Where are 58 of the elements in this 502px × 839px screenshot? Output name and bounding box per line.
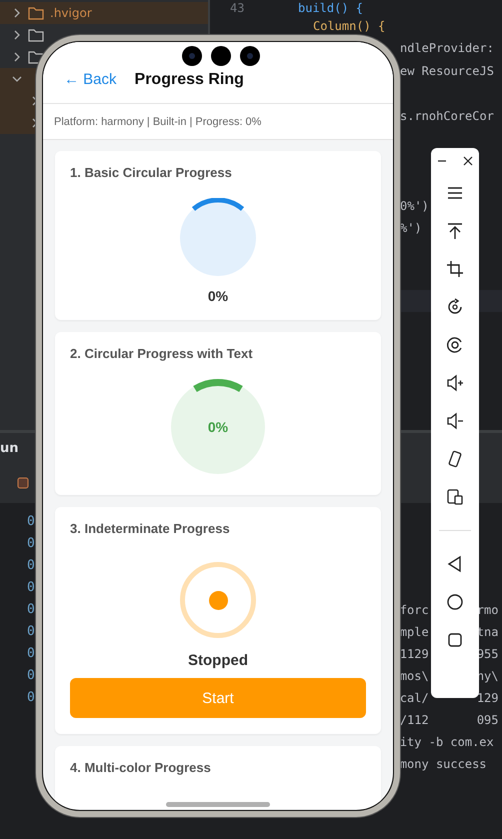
log-line: rmo: [476, 602, 499, 619]
panel-title: un: [0, 440, 19, 456]
rotate-icon[interactable]: [446, 298, 464, 316]
rotate-device-icon[interactable]: [446, 450, 464, 468]
status-text: Platform: harmony | Built-in | Progress: 0%: [54, 116, 262, 128]
folder-icon: [28, 28, 44, 42]
log-line: 1129: [400, 646, 429, 663]
log-line: 0: [27, 557, 35, 575]
code-line: Column() {: [313, 18, 386, 32]
volume-down-icon[interactable]: [446, 412, 464, 430]
line-number: 43: [230, 1, 244, 15]
folder-name[interactable]: .hvigor: [50, 6, 92, 20]
section-title: 4. Multi-color Progress: [70, 760, 211, 775]
log-line: 129: [476, 690, 499, 707]
log-line: 0: [27, 535, 35, 553]
home-icon[interactable]: [446, 593, 464, 611]
chevron-right-icon[interactable]: [12, 8, 22, 18]
log-line: 0: [27, 601, 35, 619]
stop-icon[interactable]: [17, 477, 29, 489]
log-line: 0: [27, 645, 35, 663]
log-line: 095: [476, 712, 499, 729]
code-line: 0%'): [400, 198, 429, 212]
log-line: mony success: [400, 756, 487, 773]
chevron-right-icon[interactable]: [12, 52, 22, 62]
log-line: tna: [476, 624, 499, 641]
back-link[interactable]: ← Back: [64, 71, 117, 88]
recents-icon[interactable]: [446, 631, 464, 649]
chevron-down-icon[interactable]: [12, 74, 22, 84]
folder-icon: [28, 6, 44, 20]
log-line: 0: [27, 513, 35, 531]
log-line: ity -b com.ex: [400, 734, 494, 751]
section-title: 1. Basic Circular Progress: [70, 165, 232, 180]
log-line: 0: [27, 667, 35, 685]
section-title: 3. Indeterminate Progress: [70, 521, 230, 536]
chevron-right-icon[interactable]: [12, 30, 22, 40]
log-line: cal/: [400, 690, 429, 707]
log-line: 0: [27, 579, 35, 597]
code-line: build() {: [298, 1, 364, 15]
log-line: mple: [400, 624, 429, 641]
log-line: /112: [400, 712, 429, 729]
section-title: 2. Circular Progress with Text: [70, 346, 253, 361]
multi-screen-icon[interactable]: [446, 488, 464, 506]
close-icon[interactable]: [463, 156, 473, 166]
code-line: ew ResourceJS: [400, 64, 494, 78]
page-title: Progress Ring: [134, 70, 244, 88]
volume-up-icon[interactable]: [446, 374, 464, 392]
log-line: forc: [400, 602, 429, 619]
code-line: s.rnohCoreCor: [400, 108, 494, 122]
pin-top-icon[interactable]: [446, 222, 464, 240]
code-line: ndleProvider:: [400, 41, 494, 55]
progress-value: 0%: [208, 288, 228, 304]
status-text: Stopped: [188, 652, 248, 669]
screen-record-icon[interactable]: [446, 336, 464, 354]
start-button[interactable]: Start: [70, 678, 366, 718]
crop-icon[interactable]: [446, 260, 464, 278]
log-line: 0: [27, 689, 35, 707]
progress-value: 0%: [208, 419, 228, 435]
log-line: 0: [27, 623, 35, 641]
